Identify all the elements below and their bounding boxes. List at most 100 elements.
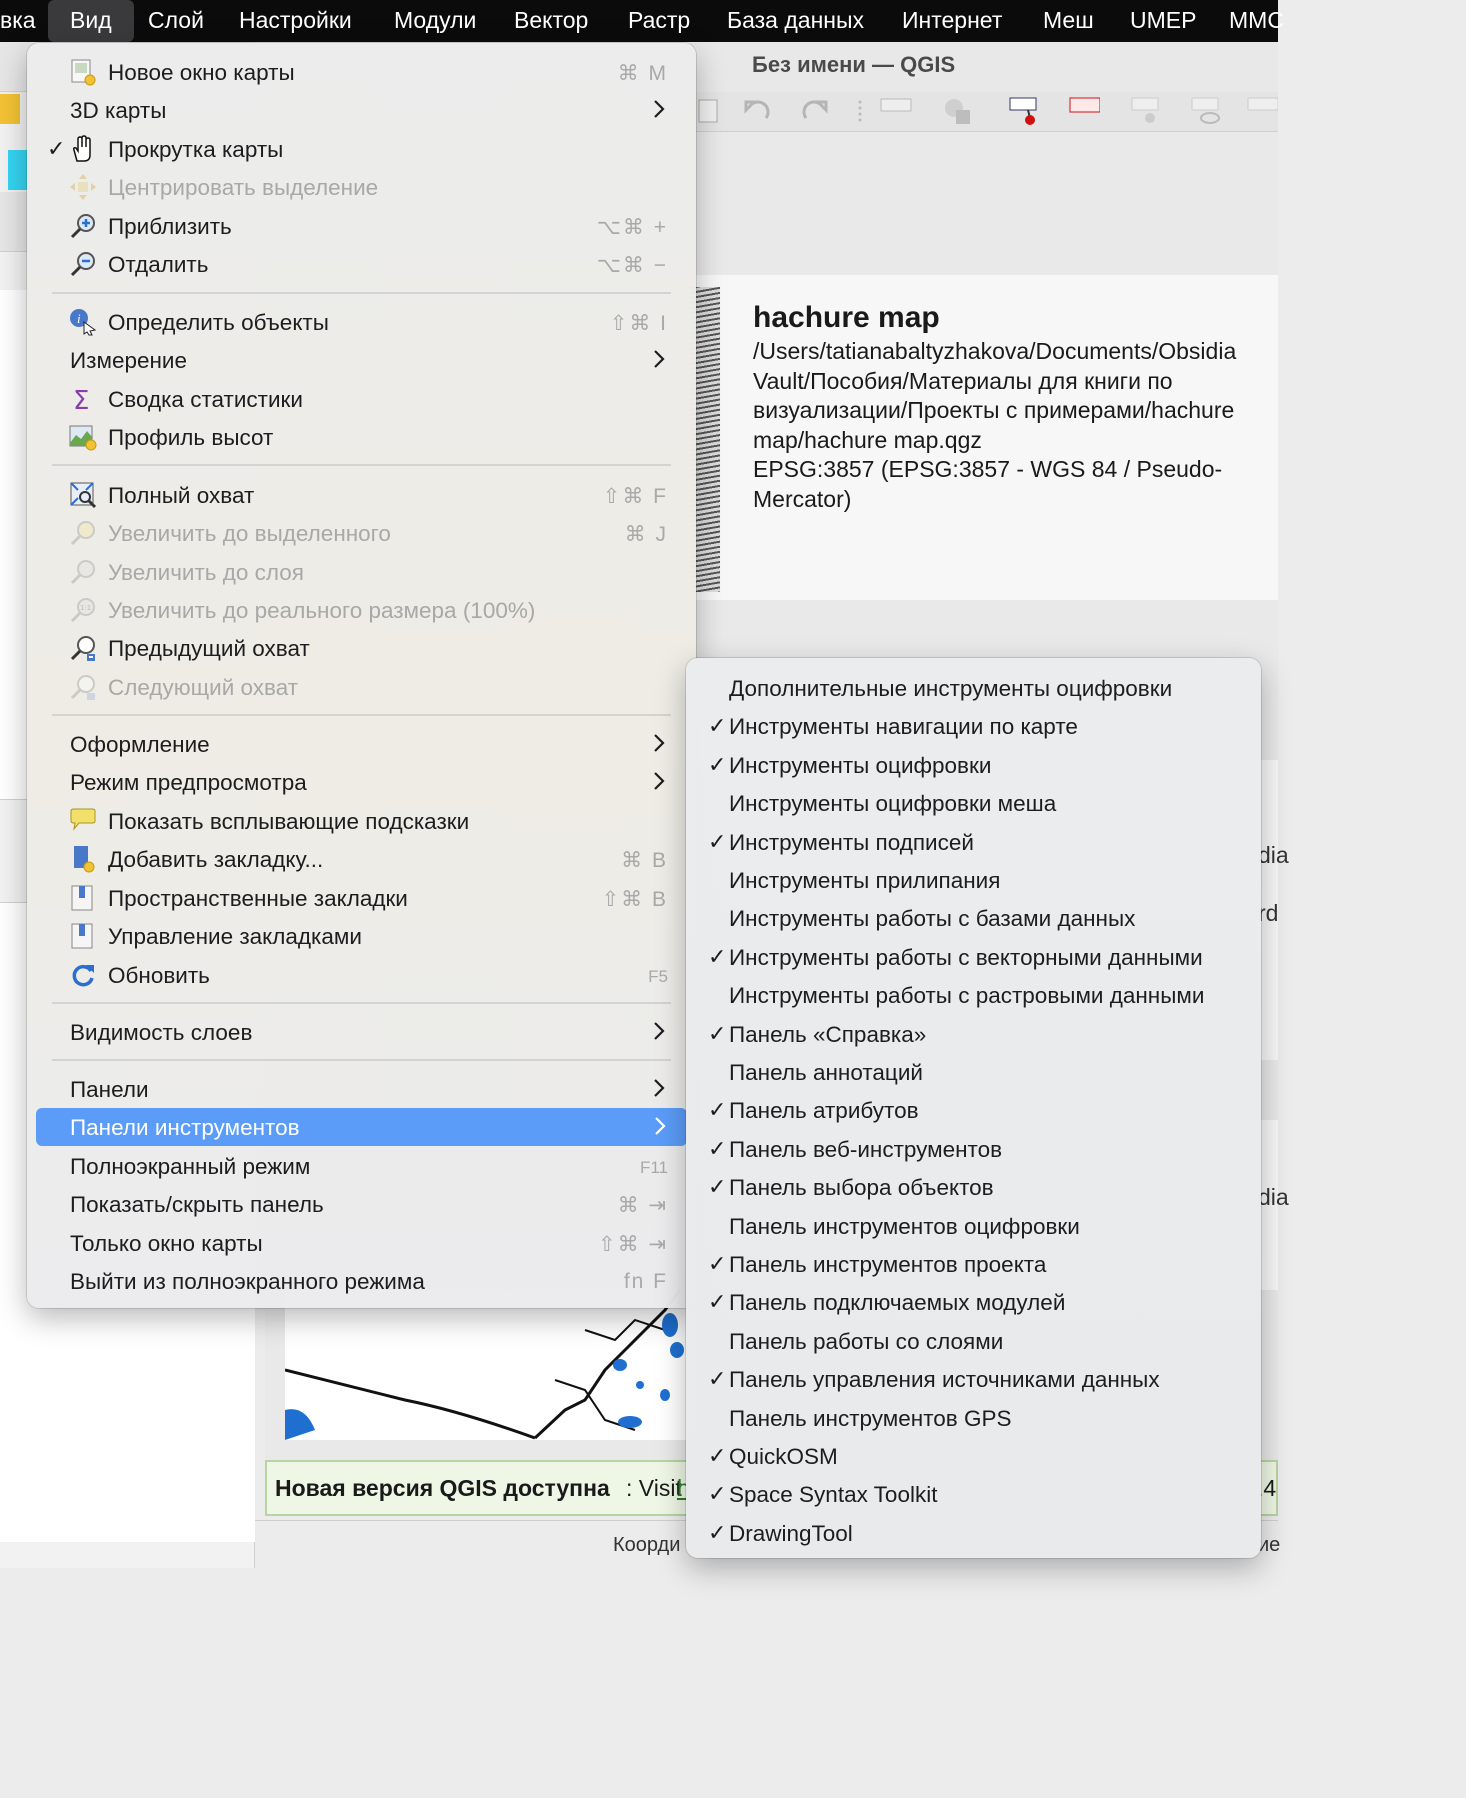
menu-item-new-bookmark[interactable]: Добавить закладку... ⌘ B (37, 840, 686, 878)
menu-item-zoom-in[interactable]: Приблизить ⌥⌘ + (37, 207, 686, 245)
menu-settings[interactable]: Настройки (239, 0, 352, 42)
menu-item-pan-map[interactable]: ✓ Прокрутка карты (37, 130, 686, 168)
toolbar-toggle-item[interactable]: Инструменты работы с базами данных (696, 899, 1251, 937)
menu-umep[interactable]: UMEP (1130, 0, 1196, 42)
menu-item-toggle-panels[interactable]: Показать/скрыть панель ⌘ ⇥ (37, 1185, 686, 1223)
zoom-actual-icon: 1:1 (70, 598, 95, 623)
menu-view[interactable]: Вид (48, 0, 134, 42)
move-label-icon[interactable] (1130, 96, 1162, 126)
menu-item-panels[interactable]: Панели (37, 1070, 686, 1108)
toolbar-toggle-item[interactable]: ✓ Инструменты работы с векторными данными (696, 938, 1251, 976)
menu-item-map-tips[interactable]: Показать всплывающие подсказки (37, 802, 686, 840)
zoom-last-icon (70, 636, 95, 661)
toolbar-toggle-item[interactable]: ✓ Панель выбора объектов (696, 1168, 1251, 1206)
menu-layer[interactable]: Слой (148, 0, 204, 42)
menu-item-zoom-last[interactable]: Предыдущий охват (37, 629, 686, 667)
menu-item-3d-maps[interactable]: 3D карты (37, 91, 686, 129)
menu-item-zoom-to-layer[interactable]: Увеличить до слоя (37, 553, 686, 591)
pan-to-selection-icon (70, 174, 96, 200)
menu-mmc[interactable]: MMC (1229, 0, 1284, 42)
svg-text:i: i (77, 311, 81, 326)
menu-item-elevation-profile[interactable]: Профиль высот (37, 418, 686, 456)
toolbar-toggle-item[interactable]: Инструменты прилипания (696, 861, 1251, 899)
menu-vector[interactable]: Вектор (514, 0, 588, 42)
toolbar-toggle-item[interactable]: ✓ Панель подключаемых модулей (696, 1283, 1251, 1321)
toolbars-submenu: Дополнительные инструменты оцифровки ✓ Инс… (686, 658, 1261, 1558)
toolbar-toggle-item[interactable]: ✓ Инструменты подписей (696, 823, 1251, 861)
app-icon (0, 94, 20, 124)
menu-web[interactable]: Интернет (902, 0, 1002, 42)
menu-item-measure[interactable]: Измерение (37, 341, 686, 379)
toolbar-toggle-label: Инструменты навигации по карте (729, 714, 1078, 740)
copy-icon[interactable] (695, 96, 727, 126)
update-title: Новая версия QGIS доступна (275, 1475, 610, 1501)
menu-item-decorations[interactable]: Оформление (37, 725, 686, 763)
rotate-label-icon[interactable] (1246, 96, 1278, 126)
refresh-icon (72, 964, 94, 987)
menu-item-manage-bookmarks[interactable]: Управление закладками (37, 917, 686, 955)
update-visit-text: : Visit (626, 1475, 682, 1501)
toolbar-toggle-item[interactable]: ✓ Панель «Справка» (696, 1015, 1251, 1053)
toolbar-toggle-item[interactable]: Панель аннотаций (696, 1053, 1251, 1091)
menu-item-layer-visibility[interactable]: Видимость слоев (37, 1013, 686, 1051)
toolbar-toggle-label: Панель работы со слоями (729, 1328, 1004, 1354)
menu-item-toolbars[interactable]: Панели инструментов (36, 1108, 687, 1146)
project-path: /Users/tatianabaltyzhakova/Documents/Obs… (753, 338, 1237, 453)
menu-item-zoom-actual-size[interactable]: 1:1 Увеличить до реального размера (100%… (37, 591, 686, 629)
menu-item-zoom-full[interactable]: Полный охват ⇧⌘ F (37, 476, 686, 514)
toolbar-toggle-item[interactable]: ✓ Панель управления источниками данных (696, 1360, 1251, 1398)
menu-item-refresh[interactable]: Обновить F5 (37, 956, 686, 994)
check-icon: ✓ (708, 1174, 727, 1200)
toolbar-toggle-item[interactable]: ✓ Панель атрибутов (696, 1091, 1251, 1129)
menu-database[interactable]: База данных (727, 0, 864, 42)
window-titlebar: Без имени — QGIS (690, 42, 1278, 92)
menu-item-statistical-summary[interactable]: Σ Сводка статистики (37, 380, 686, 418)
toolbar-toggle-item[interactable]: ✓ Инструменты навигации по карте (696, 707, 1251, 745)
menu-item-new-map-window[interactable]: Новое окно карты ⌘ M (37, 53, 686, 91)
label-abc-icon[interactable] (880, 96, 912, 126)
menu-item-exit-fullscreen[interactable]: Выйти из полноэкранного режима fn F (37, 1262, 686, 1300)
toolbar-toggle-item[interactable]: Панель инструментов оцифровки (696, 1207, 1251, 1245)
toolbar-toggle-item[interactable]: Панель работы со слоями (696, 1322, 1251, 1360)
toolbar-toggle-label: Панель подключаемых модулей (729, 1290, 1066, 1316)
recent-project-card[interactable]: hachure map /Users/tatianabaltyzhakova/D… (690, 275, 1278, 600)
toolbar-toggle-item[interactable]: ✓ Space Syntax Toolkit (696, 1475, 1251, 1513)
menu-item-identify[interactable]: i Определить объекты ⇧⌘ I (37, 303, 686, 341)
toolbar-toggle-item[interactable]: ✓ QuickOSM (696, 1437, 1251, 1475)
menu-mesh[interactable]: Меш (1043, 0, 1094, 42)
toolbar-toggle-item[interactable]: Инструменты оцифровки меша (696, 784, 1251, 822)
toolbar-toggle-item[interactable]: Дополнительные инструменты оцифровки (696, 669, 1251, 707)
menu-edit-partial[interactable]: вка (0, 0, 36, 42)
toolbar-toggle-label: Панель аннотаций (729, 1060, 923, 1085)
coordinates-label: Коорди (613, 1534, 681, 1556)
toolbar-toggle-item[interactable]: Панель инструментов GPS (696, 1399, 1251, 1437)
show-hide-label-icon[interactable] (1190, 96, 1222, 126)
menu-plugins[interactable]: Модули (394, 0, 476, 42)
redo-icon[interactable] (798, 96, 830, 126)
menu-item-zoom-out[interactable]: Отдалить ⌥⌘ − (37, 245, 686, 283)
menu-item-map-only[interactable]: Только окно карты ⇧⌘ ⇥ (37, 1224, 686, 1262)
diagram-icon[interactable] (942, 96, 974, 126)
macos-menu-bar: вка Вид Слой Настройки Модули Вектор Рас… (0, 0, 1284, 42)
card-edge-text-2: rd (1258, 900, 1279, 926)
check-icon: ✓ (708, 1443, 727, 1468)
highlight-label-icon[interactable] (1068, 96, 1100, 126)
toolbar-toggle-item[interactable]: ✓ Инструменты оцифровки (696, 746, 1251, 784)
menu-item-fullscreen[interactable]: Полноэкранный режим F11 (37, 1147, 686, 1185)
pin-label-icon[interactable] (1008, 96, 1040, 126)
menu-item-pan-to-selection[interactable]: Центрировать выделение (37, 168, 686, 206)
menu-item-zoom-next[interactable]: Следующий охват (37, 668, 686, 706)
chevron-right-icon (654, 734, 665, 752)
undo-icon[interactable] (742, 96, 774, 126)
menu-item-zoom-to-selected[interactable]: Увеличить до выделенного ⌘ J (37, 514, 686, 552)
toolbar-toggle-item[interactable]: Инструменты работы с растровыми данными (696, 976, 1251, 1014)
menu-item-spatial-bookmarks[interactable]: Пространственные закладки ⇧⌘ B (37, 879, 686, 917)
menu-item-preview-mode[interactable]: Режим предпросмотра (37, 763, 686, 801)
check-icon: ✓ (708, 713, 727, 739)
menu-raster[interactable]: Растр (628, 0, 690, 42)
toolbar-toggle-item[interactable]: ✓ Панель инструментов проекта (696, 1245, 1251, 1283)
zoom-to-layer-icon (70, 560, 95, 585)
toolbar-toggle-item[interactable]: ✓ Панель веб-инструментов (696, 1130, 1251, 1168)
new-map-window-icon (71, 59, 96, 86)
toolbar-toggle-item[interactable]: ✓ DrawingTool (696, 1514, 1251, 1552)
